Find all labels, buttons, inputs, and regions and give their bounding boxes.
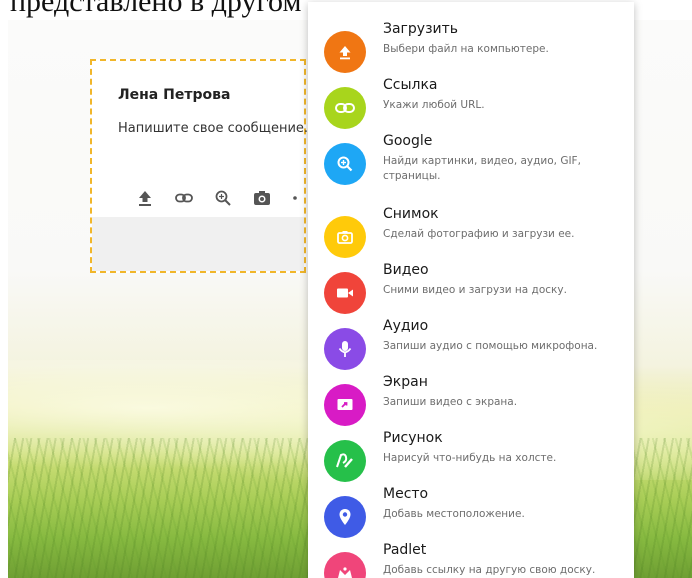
menu-item-screen[interactable]: Экран Запиши видео с экрана. bbox=[308, 369, 634, 426]
post-footer bbox=[92, 217, 304, 271]
menu-item-title: Экран bbox=[383, 374, 428, 390]
screen-record-icon bbox=[324, 384, 366, 426]
video-icon bbox=[324, 272, 366, 314]
menu-item-title: Видео bbox=[383, 262, 429, 278]
microphone-icon bbox=[324, 328, 366, 370]
menu-item-title: Ссылка bbox=[383, 77, 438, 93]
draw-icon bbox=[324, 440, 366, 482]
menu-item-snapshot[interactable]: Снимок Сделай фотографию и загрузи ее. bbox=[308, 201, 634, 258]
menu-item-title: Аудио bbox=[383, 318, 429, 334]
menu-item-location[interactable]: Место Добавь местоположение. bbox=[308, 481, 634, 538]
search-icon bbox=[324, 143, 366, 185]
link-icon[interactable] bbox=[174, 189, 194, 207]
menu-item-desc: Укажи любой URL. bbox=[383, 99, 485, 111]
menu-item-padlet[interactable]: Padlet Добавь ссылку на другую свою доск… bbox=[308, 537, 634, 578]
camera-icon bbox=[324, 216, 366, 258]
location-icon bbox=[324, 496, 366, 538]
attachment-menu: Загрузить Выбери файл на компьютере. Ссы… bbox=[308, 2, 634, 578]
menu-item-link[interactable]: Ссылка Укажи любой URL. bbox=[308, 72, 634, 129]
upload-icon bbox=[324, 31, 366, 73]
menu-item-desc: Выбери файл на компьютере. bbox=[383, 43, 549, 55]
message-input[interactable]: Напишите свое сообщение... bbox=[118, 121, 308, 136]
menu-item-desc: Сними видео и загрузи на доску. bbox=[383, 284, 567, 296]
attachment-toolbar bbox=[136, 185, 298, 211]
more-icon[interactable] bbox=[292, 189, 298, 207]
search-icon[interactable] bbox=[214, 189, 232, 207]
menu-item-desc: Найди картинки, видео, аудио, GIF, стран… bbox=[383, 155, 581, 182]
menu-item-audio[interactable]: Аудио Запиши аудио с помощью микрофона. bbox=[308, 313, 634, 370]
menu-item-desc: Запиши аудио с помощью микрофона. bbox=[383, 340, 598, 352]
menu-item-desc: Добавь местоположение. bbox=[383, 508, 525, 520]
padlet-icon bbox=[324, 552, 366, 578]
menu-item-desc: Сделай фотографию и загрузи ее. bbox=[383, 228, 575, 240]
menu-item-title: Google bbox=[383, 133, 433, 149]
upload-icon[interactable] bbox=[136, 189, 154, 207]
menu-item-video[interactable]: Видео Сними видео и загрузи на доску. bbox=[308, 257, 634, 314]
menu-item-desc: Нарисуй что-нибудь на холсте. bbox=[383, 452, 557, 464]
menu-item-drawing[interactable]: Рисунок Нарисуй что-нибудь на холсте. bbox=[308, 425, 634, 482]
menu-item-title: Загрузить bbox=[383, 21, 459, 37]
post-card[interactable]: Лена Петрова Напишите свое сообщение... bbox=[90, 59, 308, 273]
menu-item-title: Снимок bbox=[383, 206, 439, 222]
menu-item-desc: Добавь ссылку на другую свою доску. bbox=[383, 564, 596, 576]
menu-item-title: Рисунок bbox=[383, 430, 443, 446]
menu-item-title: Padlet bbox=[383, 542, 427, 558]
menu-item-title: Место bbox=[383, 486, 429, 502]
link-icon bbox=[324, 87, 366, 129]
menu-item-desc: Запиши видео с экрана. bbox=[383, 396, 518, 408]
camera-icon[interactable] bbox=[252, 189, 272, 207]
menu-item-google[interactable]: Google Найди картинки, видео, аудио, GIF… bbox=[308, 128, 634, 185]
menu-item-upload[interactable]: Загрузить Выбери файл на компьютере. bbox=[308, 16, 634, 73]
post-author: Лена Петрова bbox=[118, 87, 231, 103]
